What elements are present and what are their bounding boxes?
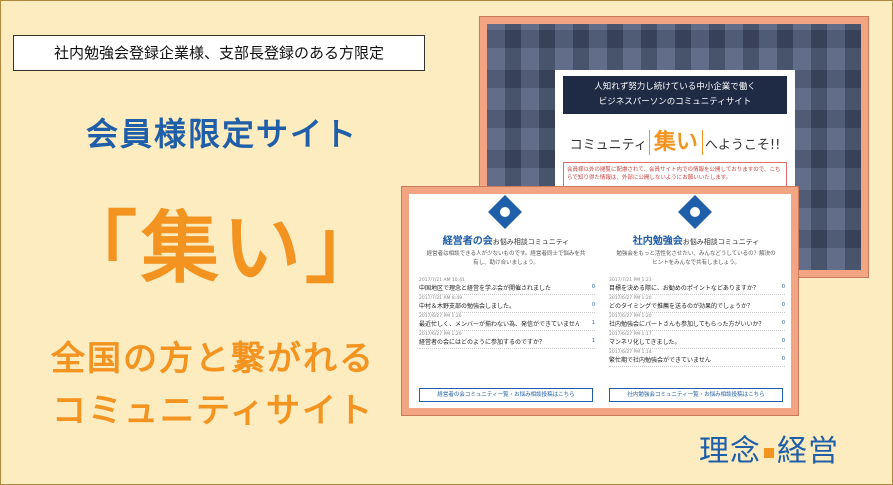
- study-group-community-column: 社内勉強会お悩み相談コミュニティ 勉強会をもっと活性化させたい、みんなどうしてい…: [605, 195, 787, 402]
- community-page-viewport: 経営者の会お悩み相談コミュニティ 経営者は相談できる人が少ないものです。経営者同…: [409, 194, 791, 408]
- logo-text-left: 理念: [699, 434, 761, 469]
- comment-count: 0: [781, 338, 785, 344]
- post-title[interactable]: 繁忙期で社内勉強会ができていません: [609, 356, 769, 365]
- study-group-title: 社内勉強会お悩み相談コミュニティ: [605, 232, 787, 247]
- welcome-pre: コミュニティ: [569, 138, 647, 153]
- study-group-post-list: 2017/7/21 PM 1:23 目標を決める際に、お勧めのポイントなどあります…: [609, 278, 785, 368]
- executives-description: 経営者は相談できる人が少ないものです。経営者同士で悩みを共有し、助け合いましょう…: [426, 251, 586, 266]
- list-item[interactable]: 2017/6/27 PM 1:17 マンネリ化してきました。 0: [609, 332, 785, 349]
- comment-count: 0: [781, 320, 785, 326]
- promo-banner: 社内勉強会登録企業様、支部長登録のある方限定 会員様限定サイト 「集い」 全国の…: [0, 0, 893, 485]
- community-page-screenshot: 経営者の会お悩み相談コミュニティ 経営者は相談できる人が少ないものです。経営者同…: [401, 186, 799, 416]
- list-item[interactable]: 2017/6/27 PM 1:20 最近忙しく、メンバーが揃わない為、発信ができて…: [419, 314, 595, 331]
- post-title[interactable]: マンネリ化してきました。: [609, 338, 769, 347]
- post-title[interactable]: 最近忙しく、メンバーが揃わない為、発信ができていませんA: [419, 320, 579, 329]
- list-item[interactable]: 2017/7/21 AM 10:41 中国地区で理念と経営を学ぶ会が開催されました…: [419, 278, 595, 295]
- comment-count: 0: [781, 356, 785, 362]
- list-item[interactable]: 2017/6/27 PM 1:20 どのタイミングで推薦を送るのが効果的でしょうか…: [609, 296, 785, 313]
- list-item[interactable]: 2017/7/21 PM 1:23 目標を決める際に、お勧めのポイントなどあります…: [609, 278, 785, 295]
- executives-title-main: 経営者の会: [442, 236, 493, 247]
- welcome-big: 集い: [648, 130, 703, 155]
- executives-community-button[interactable]: 経営者の会コミュニティ一覧・お悩み相談投稿はこちら: [419, 388, 593, 402]
- post-title[interactable]: 目標を決める際に、お勧めのポイントなどありますか？: [609, 284, 769, 293]
- tagline-line-1: 全国の方と繋がれる: [51, 339, 375, 379]
- study-group-title-main: 社内勉強会: [632, 236, 683, 247]
- list-item[interactable]: 2017/6/27 PM 1:20 経営者の会にはどのように参加するのですか？ 1: [419, 332, 595, 349]
- members-site-heading: 会員様限定サイト: [85, 115, 358, 153]
- post-title[interactable]: どのタイミングで推薦を送るのが効果的でしょうか？: [609, 302, 769, 311]
- welcome-head-line-2: ビジネスパーソンのコミュニティサイト: [598, 97, 752, 107]
- list-item[interactable]: 2017/6/27 PM 1:14 繁忙期で社内勉強会ができていません 0: [609, 350, 785, 367]
- study-group-title-sub: お悩み相談コミュニティ: [682, 238, 760, 246]
- comment-count: 1: [591, 320, 595, 326]
- site-name: 「集い」: [59, 204, 388, 294]
- tagline-line-2: コミュニティサイト: [52, 391, 374, 431]
- welcome-message: コミュニティ 集い へようこそ!!: [555, 124, 795, 156]
- post-title[interactable]: 中村＆木野支部の勉強会しました。: [419, 302, 579, 311]
- welcome-head-line-1: 人知れず努力し続けている中小企業で働く: [594, 82, 756, 92]
- limited-tag: 社内勉強会登録企業様、支部長登録のある方限定: [13, 35, 425, 71]
- executives-community-column: 経営者の会お悩み相談コミュニティ 経営者は相談できる人が少ないものです。経営者同…: [415, 195, 597, 402]
- welcome-notice: 会員様以外の閲覧に配慮されて、会員サイト内での情報を公開しておりますので、こちら…: [563, 162, 787, 188]
- study-group-description: 勉強会をもっと活性化させたい、みんなどうしているの？解決のヒントをみんなで共有し…: [616, 251, 776, 266]
- list-item[interactable]: 2017/6/27 PM 1:20 社内勉強会にパートさんも参加してもらった方がい…: [609, 314, 785, 331]
- comment-count: 0: [781, 302, 785, 308]
- study-group-community-button[interactable]: 社内勉強会コミュニティ一覧・お悩み相談投稿はこちら: [609, 388, 783, 402]
- list-item[interactable]: 2017/7/21 AM 8:49 中村＆木野支部の勉強会しました。 0: [419, 296, 595, 313]
- executives-title-sub: お悩み相談コミュニティ: [492, 238, 570, 246]
- study-group-badge-icon: [678, 195, 712, 229]
- post-title[interactable]: 社内勉強会にパートさんも参加してもらった方がいいか？: [609, 320, 769, 329]
- brand-logo: 理念 経営: [699, 426, 839, 470]
- executives-title: 経営者の会お悩み相談コミュニティ: [415, 232, 597, 247]
- logo-mark-icon: [764, 447, 774, 458]
- comment-count: 1: [591, 338, 595, 344]
- welcome-post: へようこそ!!: [704, 138, 781, 153]
- welcome-card-header: 人知れず努力し続けている中小企業で働く ビジネスパーソンのコミュニティサイト: [563, 76, 787, 114]
- post-title[interactable]: 中国地区で理念と経営を学ぶ会が開催されました: [419, 284, 579, 293]
- comment-count: 0: [591, 284, 595, 290]
- comment-count: 0: [781, 284, 785, 290]
- executives-badge-icon: [488, 195, 522, 229]
- post-title[interactable]: 経営者の会にはどのように参加するのですか？: [419, 338, 579, 347]
- welcome-card: 人知れず努力し続けている中小企業で働く ビジネスパーソンのコミュニティサイト コ…: [555, 70, 795, 198]
- executives-post-list: 2017/7/21 AM 10:41 中国地区で理念と経営を学ぶ会が開催されました…: [419, 278, 595, 350]
- logo-text-right: 経営: [777, 434, 839, 469]
- comment-count: 0: [591, 302, 595, 308]
